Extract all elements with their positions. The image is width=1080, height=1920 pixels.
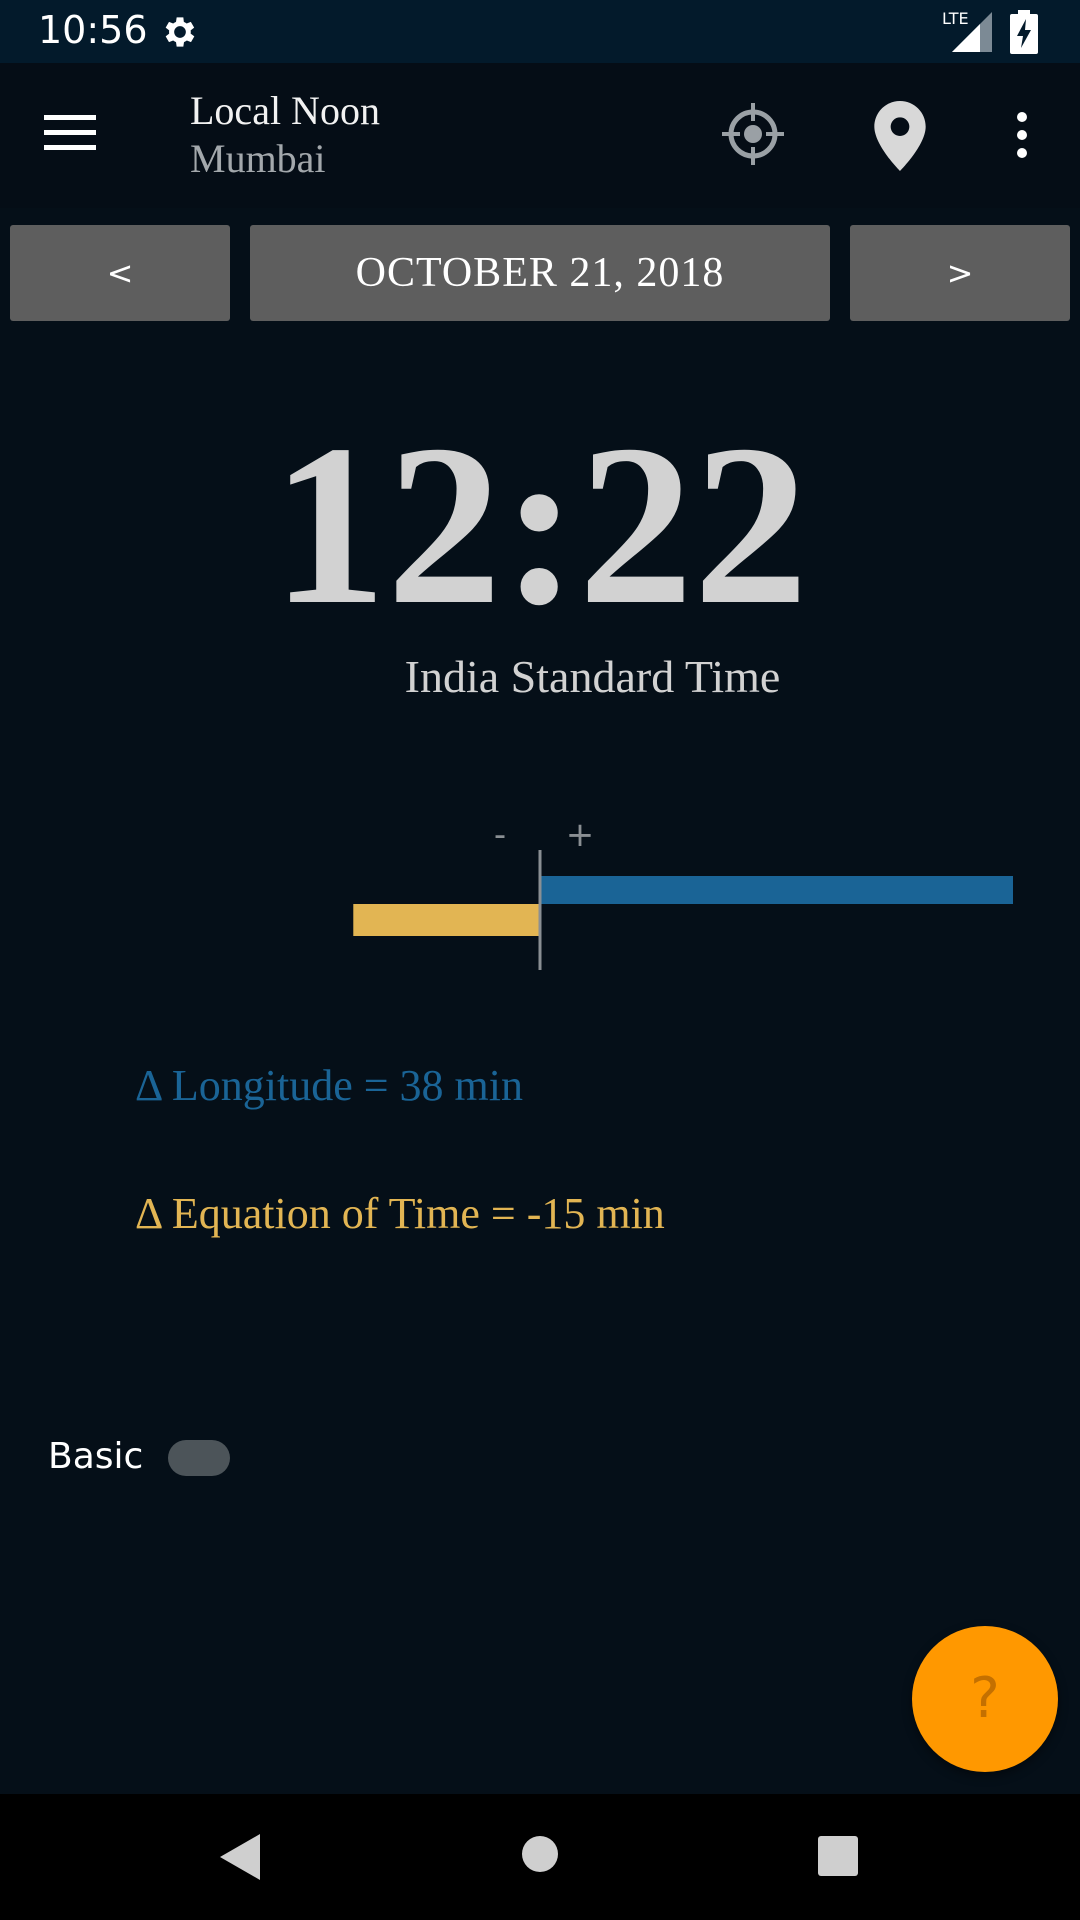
next-day-button[interactable]: > (850, 225, 1070, 321)
status-time: 10:56 (38, 8, 148, 52)
basic-mode-label: Basic (48, 1436, 144, 1477)
date-navigation: < OCTOBER 21, 2018 > (0, 225, 1080, 321)
location-pin-icon[interactable] (872, 101, 928, 175)
battery-charging-icon (1010, 10, 1038, 58)
delta-equation-of-time-text: Δ Equation of Time = -15 min (135, 1189, 665, 1238)
previous-day-button[interactable]: < (10, 225, 230, 321)
local-noon-time: 12:22 (271, 397, 809, 652)
positive-axis-label: + (566, 815, 595, 855)
date-picker-button[interactable]: OCTOBER 21, 2018 (250, 225, 830, 321)
timezone-label: India Standard Time (404, 651, 781, 702)
hamburger-menu-icon[interactable] (44, 113, 96, 157)
compass-crosshair-icon[interactable] (722, 103, 784, 169)
equation-of-time-bar (353, 904, 540, 936)
app-bar: Local Noon Mumbai (0, 63, 1080, 208)
app-title: Local Noon (190, 88, 380, 133)
basic-mode-toggle[interactable] (168, 1440, 230, 1476)
status-bar: 10:56 LTE (0, 0, 1080, 63)
settings-gear-icon (160, 12, 200, 56)
more-options-icon[interactable] (1010, 111, 1034, 163)
lte-label: LTE (942, 9, 969, 28)
delta-longitude-text: Δ Longitude = 38 min (135, 1061, 523, 1110)
home-icon[interactable] (520, 1834, 560, 1878)
help-button[interactable]: ? (912, 1626, 1058, 1772)
recents-icon[interactable] (816, 1834, 860, 1882)
system-navigation-bar (0, 1794, 1080, 1920)
lte-signal-icon: LTE (940, 8, 994, 58)
offset-bar-chart: - + (353, 815, 1013, 970)
negative-axis-label: - (494, 815, 506, 855)
longitude-bar (540, 876, 1013, 904)
location-subtitle: Mumbai (190, 136, 326, 181)
back-icon[interactable] (218, 1832, 262, 1886)
